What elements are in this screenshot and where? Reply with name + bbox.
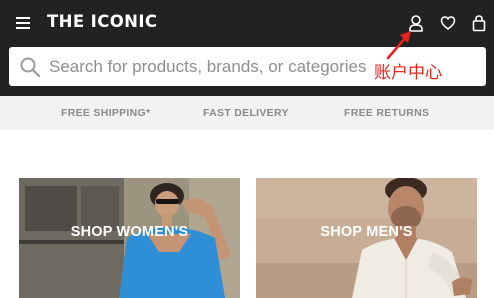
hamburger-menu-icon[interactable]: [16, 16, 30, 29]
shopping-bag-icon[interactable]: [471, 14, 487, 32]
annotation-arrow-icon: [380, 30, 416, 64]
shop-womens-tile[interactable]: SHOP WOMEN'S: [19, 178, 240, 298]
annotation-label: 账户中心: [374, 63, 442, 83]
heart-wishlist-icon[interactable]: [440, 14, 456, 32]
shop-mens-tile[interactable]: SHOP MEN'S: [256, 178, 477, 298]
logo[interactable]: THE ICONIC: [47, 12, 157, 32]
shop-mens-label[interactable]: SHOP MEN'S: [256, 223, 477, 241]
search-icon: [19, 56, 41, 78]
usp-bar: FREE SHIPPING* FAST DELIVERY FREE RETURN…: [0, 96, 494, 130]
usp-item[interactable]: FAST DELIVERY: [203, 106, 289, 120]
search-input[interactable]: Search for products, brands, or categori…: [49, 56, 367, 78]
usp-item[interactable]: FREE SHIPPING*: [61, 106, 150, 120]
usp-item[interactable]: FREE RETURNS: [344, 106, 429, 120]
shop-womens-label[interactable]: SHOP WOMEN'S: [19, 223, 240, 241]
